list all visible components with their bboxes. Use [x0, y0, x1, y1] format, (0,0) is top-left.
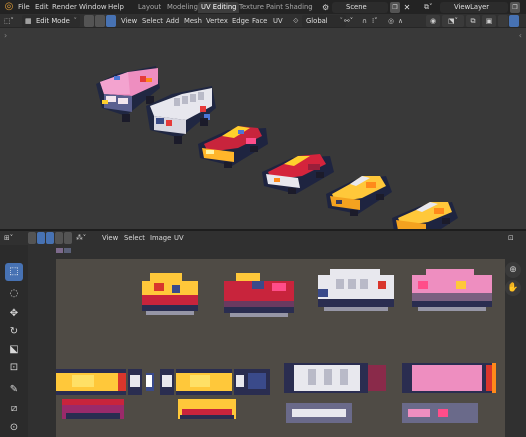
menu-file[interactable]: File [18, 0, 30, 14]
viewport-3d[interactable]: › ‹ [0, 28, 526, 229]
white-van-model [146, 86, 216, 144]
edge-select-icon[interactable] [95, 15, 105, 27]
mode-label: Edit Mode [36, 17, 70, 25]
scene-selector[interactable]: Scene [332, 2, 388, 13]
view-layer-icon[interactable]: ⧉˅ [424, 2, 438, 13]
menu-add[interactable]: Add [166, 15, 179, 27]
yellow-taxi-2-model [392, 202, 458, 229]
view-layer-selector[interactable]: ViewLayer [440, 2, 508, 13]
transform-orientation-selector[interactable]: Global ˅ [302, 15, 346, 27]
menu-select[interactable]: Select [142, 15, 163, 27]
uv-texture-image [56, 269, 496, 423]
uv-sidebar-toggle-icon[interactable]: ⊡ [508, 232, 514, 244]
uv-island-red-sedan-side [224, 273, 294, 317]
uv-island-pink-van-strip [402, 363, 496, 423]
scene-name: Scene [346, 3, 367, 11]
cursor-icon[interactable]: ◌ [5, 285, 23, 303]
shading-wire-icon[interactable] [498, 15, 508, 27]
orientation-label: Global [306, 17, 328, 25]
uv-menu-uv[interactable]: UV [174, 232, 184, 244]
tab-texture-paint[interactable]: Texture Paint [236, 2, 286, 13]
annotate-icon[interactable]: ✎ [5, 381, 23, 399]
xray-icon[interactable]: ▣ [482, 15, 496, 27]
menu-render[interactable]: Render [52, 0, 77, 14]
pivot-icon[interactable]: ⚯˅ [344, 15, 353, 27]
uv-swatch-strip [56, 245, 78, 259]
transform-icon[interactable]: ⊡ [5, 359, 23, 377]
menu-window[interactable]: Window [79, 0, 107, 14]
snap-icon[interactable]: ∩ [362, 15, 367, 27]
uv-editor-header: ⊞˅ ⁂˅ View Select Image UV ⊡ [0, 231, 526, 245]
tab-uv-editing[interactable]: UV Editing [198, 2, 240, 13]
shading-solid-icon[interactable] [509, 15, 519, 27]
top-bar: ◎ File Edit Render Window Help Layout Mo… [0, 0, 526, 14]
uv-toolbar: ⬚ ◌ ✥ ↻ ⬕ ⊡ ✎ ⧄ ⊙ [0, 245, 28, 437]
zoom-icon[interactable]: ⊕ [505, 262, 521, 278]
grab-icon[interactable]: ⊙ [5, 419, 23, 437]
chevron-down-icon: ˅ [339, 17, 344, 25]
rip-icon[interactable]: ⧄ [5, 400, 23, 418]
sticky-selection-icon[interactable]: ⁂˅ [76, 232, 86, 244]
scale-icon[interactable]: ⬕ [5, 341, 23, 359]
menu-face[interactable]: Face [252, 15, 267, 27]
vertex-select-icon[interactable] [84, 15, 94, 27]
uv-island-pink-van-side [412, 269, 492, 311]
menu-edit[interactable]: Edit [35, 0, 49, 14]
yellow-taxi-model [326, 176, 392, 216]
tab-modeling[interactable]: Modeling [164, 2, 201, 13]
uv-island-sedan-strip [160, 369, 270, 419]
rotate-icon[interactable]: ↻ [5, 323, 23, 341]
select-box-icon[interactable]: ⬚ [5, 263, 23, 281]
face-select-icon[interactable] [106, 15, 116, 27]
uv-face-select-icon[interactable] [55, 232, 63, 244]
blender-logo-icon[interactable]: ◎ [3, 1, 15, 13]
orientation-icon[interactable]: ⟐ [293, 15, 298, 27]
chevron-down-icon: ˅ [73, 17, 78, 25]
uv-editor-type-icon[interactable]: ⊞˅ [4, 232, 13, 244]
white-red-sedan-model [262, 154, 334, 194]
uv-menu-select[interactable]: Select [124, 232, 145, 244]
copy-scene-icon[interactable]: ❐ [390, 2, 400, 13]
gizmo-icon[interactable]: ⬔˅ [442, 15, 464, 27]
viewport-header: ⬚˅ ▦ Edit Mode ˅ View Select Add Mesh Ve… [0, 14, 526, 28]
menu-help[interactable]: Help [108, 0, 124, 14]
uv-menu-view[interactable]: View [102, 232, 118, 244]
menu-view[interactable]: View [121, 15, 137, 27]
view-layer-name: ViewLayer [454, 3, 490, 11]
mode-selector[interactable]: ▦ Edit Mode ˅ [22, 15, 80, 27]
uv-menu-image[interactable]: Image [150, 232, 171, 244]
tabs-overflow-icon[interactable]: › [310, 2, 320, 13]
copy-view-layer-icon[interactable]: ❐ [510, 2, 520, 13]
proportional-edit-icon[interactable]: ◎ [388, 15, 394, 27]
uv-island-taxi-side [142, 273, 198, 315]
edit-mode-icon: ▦ [25, 17, 32, 25]
snap-target-icon[interactable]: ⁞˅ [372, 15, 378, 27]
sync-selection-icon[interactable] [28, 232, 36, 244]
red-sedan-model [198, 126, 268, 168]
menu-mesh[interactable]: Mesh [184, 15, 202, 27]
editor-type-icon[interactable]: ⬚˅ [4, 15, 18, 27]
menu-vertex[interactable]: Vertex [206, 15, 228, 27]
menu-uv[interactable]: UV [273, 15, 283, 27]
tab-layout[interactable]: Layout [135, 2, 164, 13]
uv-edge-select-icon[interactable] [46, 232, 54, 244]
close-scene-icon[interactable]: ✕ [402, 2, 412, 13]
viewport-scene [96, 66, 458, 229]
pan-hand-icon[interactable]: ✋ [505, 280, 521, 296]
menu-edge[interactable]: Edge [232, 15, 249, 27]
visibility-icon[interactable]: ◉ [426, 15, 440, 27]
uv-canvas[interactable] [56, 259, 505, 437]
uv-island-taxi-strip [56, 369, 154, 419]
falloff-icon[interactable]: ∧ [398, 15, 403, 27]
uv-island-white-van-strip [284, 363, 386, 423]
overlays-icon[interactable]: ⧉ [466, 15, 480, 27]
scene-icon[interactable]: ⚙ [322, 2, 332, 13]
uv-island-white-van-side [318, 269, 394, 311]
move-icon[interactable]: ✥ [5, 305, 23, 323]
uv-island-select-icon[interactable] [64, 232, 72, 244]
uv-vertex-select-icon[interactable] [37, 232, 45, 244]
